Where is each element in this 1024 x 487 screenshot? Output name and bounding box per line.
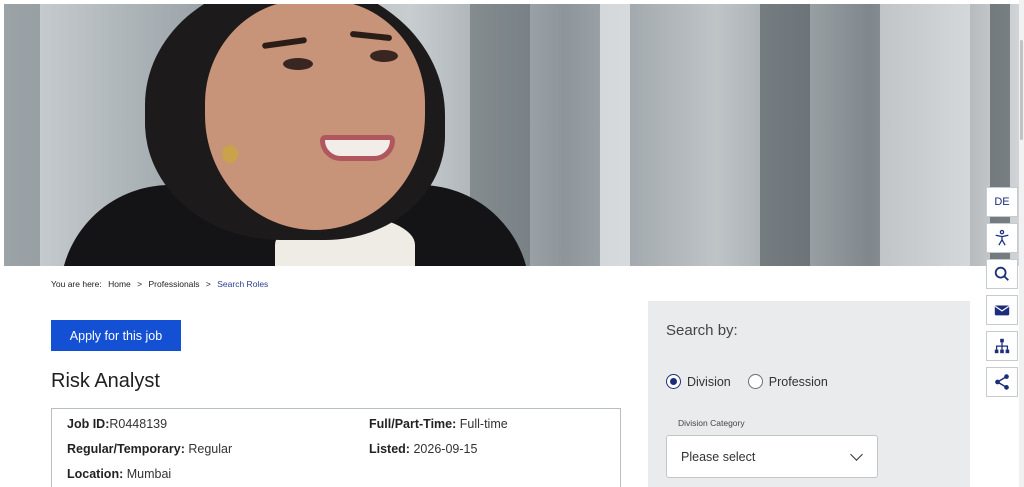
radio-profession-label: Profession [768,374,828,389]
job-location: Location: Mumbai [67,467,171,481]
scrollbar-thumb[interactable] [1020,40,1023,140]
sitemap-icon [994,338,1010,354]
job-type-value: Regular [188,442,233,456]
search-heading: Search by: [666,322,738,339]
job-id-label: Job ID: [67,417,110,431]
breadcrumb-separator: > [205,279,211,289]
apply-button[interactable]: Apply for this job [51,320,181,351]
job-id-value: R0448139 [109,417,168,431]
job-location-value: Mumbai [126,467,172,481]
accessibility-button[interactable] [986,223,1018,253]
breadcrumb-home[interactable]: Home [108,279,131,289]
radio-profession[interactable]: Profession [747,374,828,389]
language-label: DE [994,196,1010,208]
mail-icon [994,305,1010,316]
radio-division[interactable]: Division [666,374,731,389]
share-icon [995,374,1009,390]
job-location-label: Location: [67,467,124,481]
job-type: Regular/Temporary: Regular [67,442,232,456]
division-category-value: Please select [681,449,756,464]
radio-profession-control[interactable] [747,374,763,389]
breadcrumb-separator: > [137,279,143,289]
breadcrumb: You are here: Home > Professionals > Sea… [51,279,268,289]
job-details: Job ID:R0448139 Regular/Temporary: Regul… [51,408,621,487]
job-id: Job ID:R0448139 [67,417,167,431]
job-time-value: Full-time [459,417,508,431]
radio-division-label: Division [687,374,731,389]
search-mode-radios: Division Profession [666,374,845,389]
division-category-label: Division Category [678,418,745,428]
job-type-label: Regular/Temporary: [67,442,185,456]
share-button[interactable] [986,367,1018,397]
search-icon [994,266,1009,281]
job-listed-label: Listed: [369,442,410,456]
search-button[interactable] [986,259,1018,289]
language-button[interactable]: DE [986,187,1018,217]
side-toolbar: DE [986,187,1018,403]
job-time-label: Full/Part-Time: [369,417,457,431]
job-listed: Listed: 2026-09-15 [369,442,477,456]
search-panel: Search by: Division Profession Division … [648,301,970,487]
hero-image [0,0,1024,266]
division-category-select[interactable]: Please select [666,435,878,478]
accessibility-icon [995,229,1009,246]
job-title: Risk Analyst [51,370,160,392]
mail-button[interactable] [986,295,1018,325]
breadcrumb-professionals[interactable]: Professionals [149,279,200,289]
job-listed-value: 2026-09-15 [413,442,478,456]
chevron-down-icon [850,448,863,461]
sitemap-button[interactable] [986,331,1018,361]
job-time: Full/Part-Time: Full-time [369,417,508,431]
breadcrumb-current: Search Roles [217,279,269,289]
radio-division-control[interactable] [666,374,681,389]
breadcrumb-prefix: You are here: [51,279,102,289]
